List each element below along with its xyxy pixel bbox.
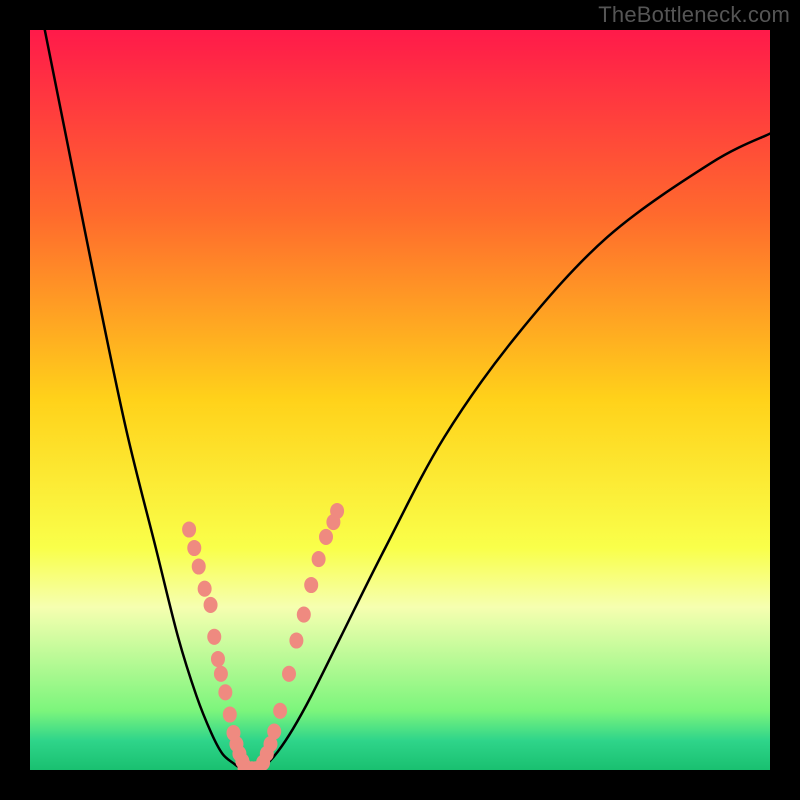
point-left_highlight_points bbox=[211, 651, 225, 667]
point-left_highlight_points bbox=[187, 540, 201, 556]
point-left_highlight_points bbox=[182, 521, 196, 537]
point-left_highlight_points bbox=[198, 581, 212, 597]
point-right_highlight_points bbox=[304, 577, 318, 593]
plot-area bbox=[30, 30, 770, 770]
chart-svg bbox=[30, 30, 770, 770]
point-right_highlight_points bbox=[330, 503, 344, 519]
figure-container: TheBottleneck.com bbox=[0, 0, 800, 800]
point-left_highlight_points bbox=[218, 684, 232, 700]
watermark-text: TheBottleneck.com bbox=[598, 2, 790, 28]
point-left_highlight_points bbox=[223, 706, 237, 722]
point-right_highlight_points bbox=[319, 529, 333, 545]
point-right_highlight_points bbox=[282, 666, 296, 682]
point-right_highlight_points bbox=[289, 632, 303, 648]
point-right_highlight_points bbox=[297, 607, 311, 623]
gradient-background bbox=[30, 30, 770, 770]
point-left_highlight_points bbox=[214, 666, 228, 682]
point-right_highlight_points bbox=[312, 551, 326, 567]
point-left_highlight_points bbox=[207, 629, 221, 645]
point-left_highlight_points bbox=[204, 597, 218, 613]
point-right_highlight_points bbox=[273, 703, 287, 719]
point-right_highlight_points bbox=[267, 723, 281, 739]
point-left_highlight_points bbox=[192, 558, 206, 574]
